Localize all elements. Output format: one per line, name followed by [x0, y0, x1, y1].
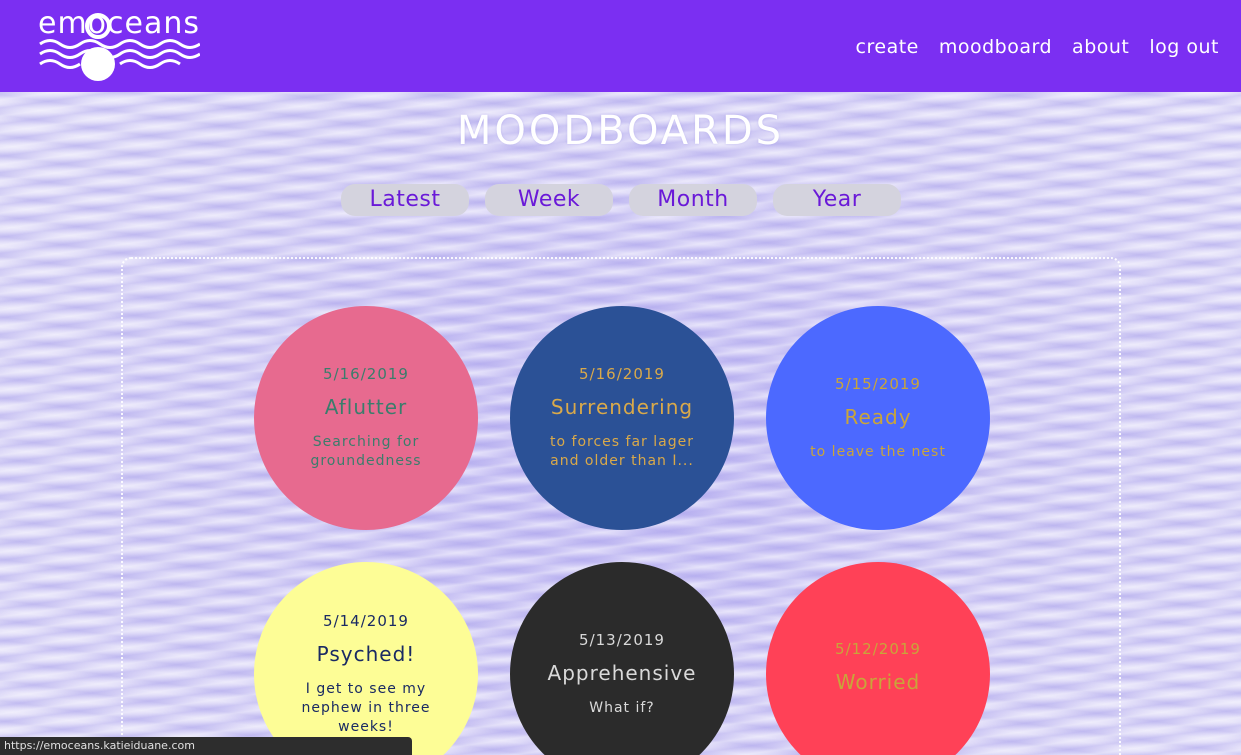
mood-circle[interactable]: 5/16/2019 Aflutter Searching for grounde… — [254, 306, 478, 530]
mood-title: Aflutter — [324, 395, 408, 419]
mood-circle[interactable]: 5/14/2019 Psyched! I get to see my nephe… — [254, 562, 478, 755]
logo-text: emoceans — [38, 6, 201, 41]
nav-logout-link[interactable]: log out — [1149, 36, 1219, 58]
mood-description: I get to see my nephew in three weeks! — [301, 680, 431, 735]
mood-date: 5/16/2019 — [579, 365, 665, 383]
emoceans-logo[interactable]: emoceans — [38, 4, 200, 84]
mood-description: to forces far lager and older than I... — [550, 434, 694, 469]
nav-moodboard-link[interactable]: moodboard — [939, 36, 1052, 58]
nav-create-link[interactable]: create — [856, 36, 919, 58]
tab-week[interactable]: Week — [485, 184, 613, 216]
main-nav: create moodboard about log out — [856, 36, 1219, 58]
mood-date: 5/13/2019 — [579, 630, 665, 649]
mood-date: 5/12/2019 — [835, 640, 921, 658]
tab-year[interactable]: Year — [773, 184, 901, 216]
mood-date: 5/16/2019 — [323, 365, 409, 383]
mood-description: What if? — [589, 699, 655, 716]
top-navbar: emoceans create moodboard about log out — [0, 0, 1241, 92]
mood-title: Psyched! — [316, 641, 416, 666]
mood-description: to leave the nest — [810, 443, 946, 460]
mood-title: Apprehensive — [547, 660, 697, 685]
tab-latest[interactable]: Latest — [341, 184, 469, 216]
mood-circle[interactable]: 5/13/2019 Apprehensive What if? — [510, 562, 734, 755]
mood-date: 5/15/2019 — [835, 374, 921, 393]
mood-circle[interactable]: 5/12/2019 Worried — [766, 562, 990, 755]
browser-status-url: https://emoceans.katieiduane.com — [0, 737, 412, 755]
mood-description: Searching for groundedness — [310, 434, 422, 469]
page-title: MOODBOARDS — [456, 108, 785, 154]
mood-title: Surrendering — [550, 395, 694, 419]
mood-circle[interactable]: 5/16/2019 Surrendering to forces far lag… — [510, 306, 734, 530]
moodboard-grid: 5/16/2019 Aflutter Searching for grounde… — [121, 257, 1121, 755]
tab-month[interactable]: Month — [629, 184, 757, 216]
mood-title: Ready — [844, 404, 912, 429]
time-filter-tabs: Latest Week Month Year — [341, 184, 901, 216]
mood-date: 5/14/2019 — [323, 611, 409, 630]
mood-title: Worried — [835, 670, 921, 694]
mood-circle[interactable]: 5/15/2019 Ready to leave the nest — [766, 306, 990, 530]
nav-about-link[interactable]: about — [1072, 36, 1129, 58]
